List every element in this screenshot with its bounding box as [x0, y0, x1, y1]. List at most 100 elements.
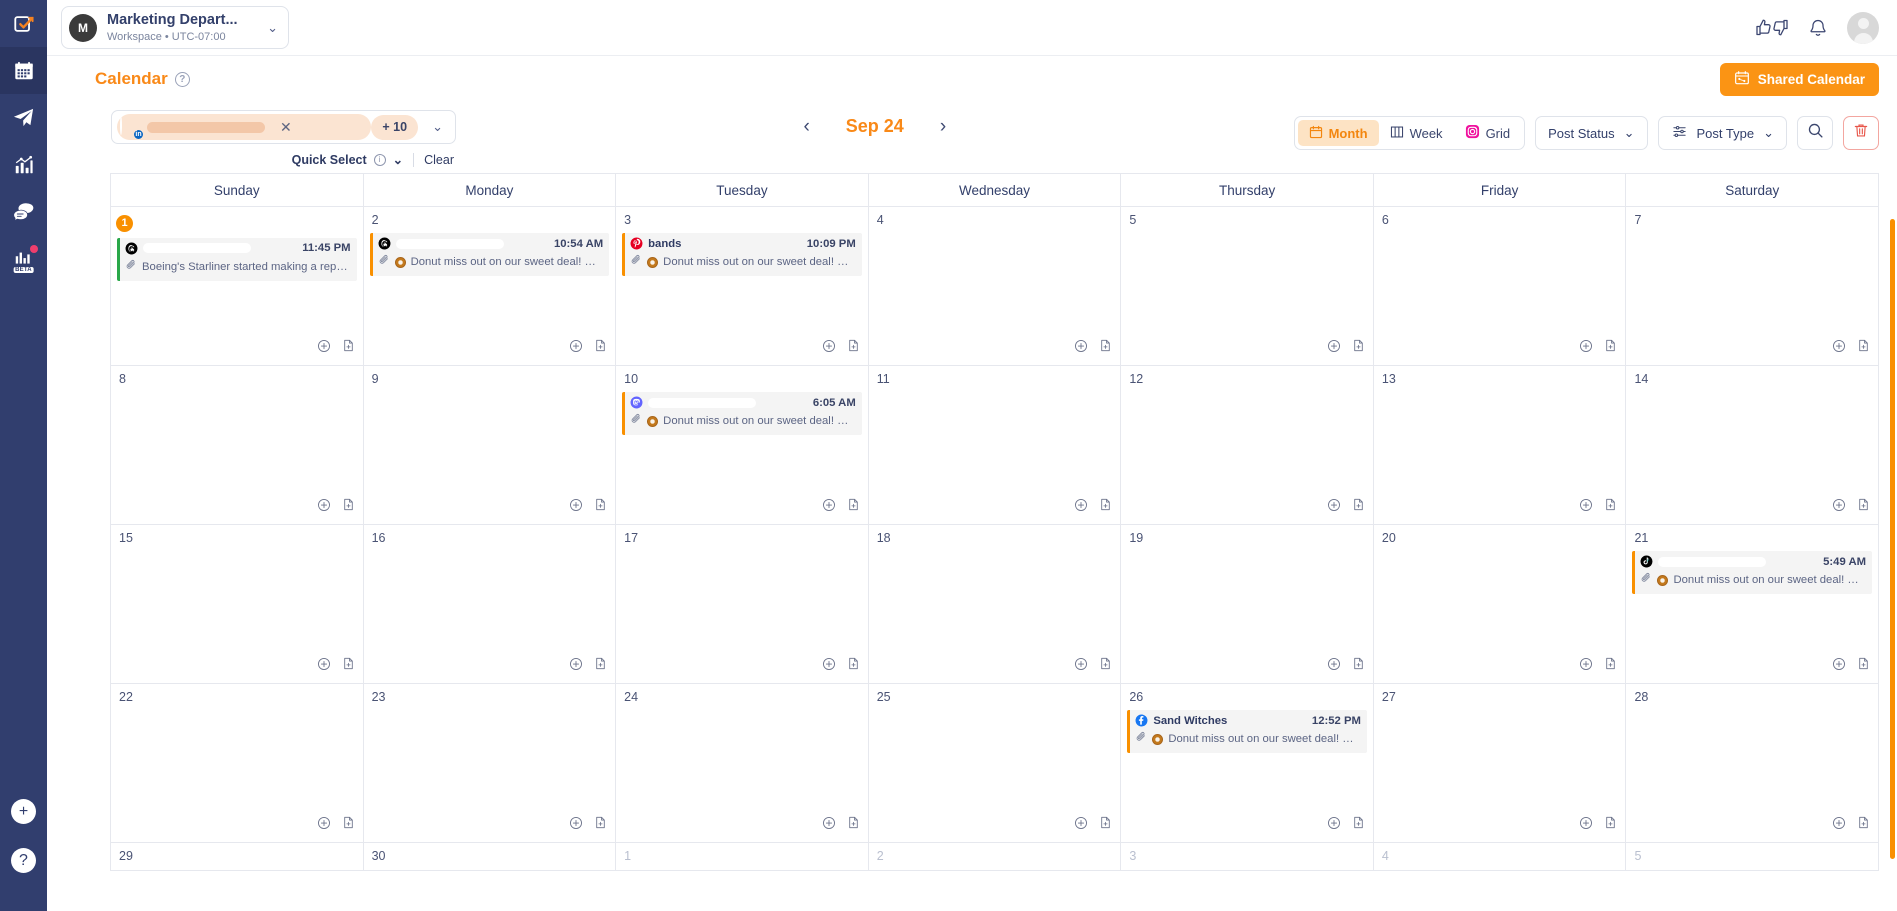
- search-button[interactable]: [1797, 116, 1833, 150]
- calendar-day-cell[interactable]: 21 5:49 AM Donut miss out on our sweet dea…: [1625, 525, 1879, 683]
- add-post-icon[interactable]: [1579, 498, 1593, 517]
- thumbs-up-down-icon[interactable]: [1755, 18, 1789, 37]
- add-draft-icon[interactable]: [342, 656, 355, 676]
- add-post-icon[interactable]: [1074, 339, 1088, 358]
- add-draft-icon[interactable]: [1604, 656, 1617, 676]
- view-month-button[interactable]: Month: [1297, 120, 1379, 146]
- calendar-day-cell[interactable]: 13: [1372, 366, 1626, 524]
- chevron-down-icon[interactable]: ⌄: [418, 119, 449, 135]
- clear-button[interactable]: Clear: [424, 153, 454, 167]
- calendar-day-cell[interactable]: 12: [1120, 366, 1373, 524]
- calendar-day-cell[interactable]: 4: [1372, 843, 1626, 870]
- calendar-day-cell[interactable]: 18: [867, 525, 1121, 683]
- sidebar-item-compose[interactable]: [0, 0, 47, 47]
- add-post-icon[interactable]: [1579, 657, 1593, 676]
- add-post-icon[interactable]: [1327, 339, 1341, 358]
- add-draft-icon[interactable]: [1099, 497, 1112, 517]
- next-month-button[interactable]: ›: [940, 117, 946, 136]
- add-draft-icon[interactable]: [1857, 338, 1870, 358]
- quick-select-label[interactable]: Quick Select: [292, 153, 367, 167]
- add-draft-icon[interactable]: [1604, 497, 1617, 517]
- calendar-day-cell[interactable]: 15: [111, 525, 363, 683]
- add-draft-icon[interactable]: [1352, 815, 1365, 835]
- add-draft-icon[interactable]: [594, 815, 607, 835]
- add-post-icon[interactable]: [822, 816, 836, 835]
- add-post-icon[interactable]: [1579, 339, 1593, 358]
- calendar-event[interactable]: 10:54 AM Donut miss out on our sweet deal…: [369, 233, 610, 276]
- calendar-day-cell[interactable]: 7: [1625, 207, 1879, 365]
- calendar-day-cell[interactable]: 30: [362, 843, 616, 870]
- add-post-icon[interactable]: [569, 657, 583, 676]
- add-post-icon[interactable]: [1074, 816, 1088, 835]
- add-post-icon[interactable]: [569, 816, 583, 835]
- calendar-day-cell[interactable]: 22: [111, 684, 363, 842]
- add-post-icon[interactable]: [1832, 816, 1846, 835]
- add-post-icon[interactable]: [1074, 498, 1088, 517]
- calendar-day-cell[interactable]: 5: [1625, 843, 1878, 870]
- add-draft-icon[interactable]: [1604, 815, 1617, 835]
- calendar-day-cell[interactable]: 3 bands 10:09 PM Donut miss out on our swee…: [615, 207, 868, 365]
- sidebar-item-publish[interactable]: [0, 94, 47, 141]
- calendar-event[interactable]: 11:45 PM Boeing's Starliner started makin…: [117, 237, 357, 281]
- add-draft-icon[interactable]: [1352, 338, 1365, 358]
- add-post-icon[interactable]: [569, 339, 583, 358]
- sidebar-item-engage[interactable]: [0, 188, 47, 235]
- add-draft-icon[interactable]: [1099, 338, 1112, 358]
- calendar-day-cell[interactable]: 19: [1120, 525, 1373, 683]
- scrollbar-thumb[interactable]: [1890, 219, 1895, 859]
- add-post-icon[interactable]: [317, 657, 331, 676]
- add-post-icon[interactable]: [1832, 657, 1846, 676]
- add-draft-icon[interactable]: [847, 338, 860, 358]
- post-status-filter[interactable]: Post Status ⌄: [1535, 116, 1648, 150]
- sidebar-item-calendar[interactable]: [0, 47, 47, 94]
- calendar-day-cell[interactable]: 14: [1625, 366, 1879, 524]
- calendar-event[interactable]: bands 10:09 PM Donut miss out on our sweet…: [622, 233, 862, 276]
- add-draft-icon[interactable]: [594, 656, 607, 676]
- add-post-icon[interactable]: [317, 498, 331, 517]
- bell-icon[interactable]: [1808, 17, 1828, 39]
- add-draft-icon[interactable]: [342, 497, 355, 517]
- calendar-day-cell[interactable]: 28: [1625, 684, 1879, 842]
- chevron-down-icon[interactable]: ⌄: [393, 152, 403, 167]
- add-draft-icon[interactable]: [1857, 815, 1870, 835]
- calendar-day-cell[interactable]: 24: [615, 684, 868, 842]
- calendar-day-cell[interactable]: 6: [1372, 207, 1626, 365]
- calendar-event[interactable]: 6:05 AM Donut miss out on our sweet deal!…: [622, 392, 862, 435]
- add-post-icon[interactable]: [1327, 498, 1341, 517]
- calendar-day-cell[interactable]: 4: [867, 207, 1121, 365]
- view-week-button[interactable]: Week: [1379, 120, 1454, 146]
- add-post-icon[interactable]: [1327, 657, 1341, 676]
- add-post-icon[interactable]: [1074, 657, 1088, 676]
- user-avatar[interactable]: [1847, 11, 1879, 44]
- add-draft-icon[interactable]: [1352, 497, 1365, 517]
- calendar-day-cell[interactable]: 27: [1372, 684, 1626, 842]
- add-draft-icon[interactable]: [1604, 338, 1617, 358]
- help-icon[interactable]: ?: [174, 71, 190, 87]
- add-post-icon[interactable]: [317, 816, 331, 835]
- add-draft-icon[interactable]: [342, 338, 355, 358]
- view-grid-button[interactable]: Grid: [1454, 120, 1522, 146]
- add-button[interactable]: +: [11, 799, 36, 824]
- sidebar-item-beta-reports[interactable]: BETA: [0, 235, 47, 282]
- calendar-day-cell[interactable]: 10 6:05 AM Donut miss out on our sweet dea…: [615, 366, 868, 524]
- calendar-day-cell[interactable]: 20: [1372, 525, 1626, 683]
- add-post-icon[interactable]: [1832, 339, 1846, 358]
- remove-account-icon[interactable]: ✕: [271, 119, 301, 136]
- calendar-day-cell[interactable]: 23: [362, 684, 616, 842]
- info-icon[interactable]: i: [373, 153, 386, 166]
- add-draft-icon[interactable]: [594, 497, 607, 517]
- add-draft-icon[interactable]: [1857, 656, 1870, 676]
- add-draft-icon[interactable]: [1352, 656, 1365, 676]
- post-type-filter[interactable]: Post Type ⌄: [1657, 116, 1787, 150]
- calendar-day-cell[interactable]: 1: [615, 843, 868, 870]
- calendar-day-cell[interactable]: 11: [867, 366, 1121, 524]
- add-draft-icon[interactable]: [1099, 815, 1112, 835]
- calendar-day-cell[interactable]: 8: [111, 366, 363, 524]
- calendar-event[interactable]: 5:49 AM Donut miss out on our sweet deal!…: [1632, 551, 1873, 594]
- shared-calendar-button[interactable]: Shared Calendar: [1719, 62, 1879, 96]
- add-post-icon[interactable]: [822, 498, 836, 517]
- add-draft-icon[interactable]: [342, 815, 355, 835]
- add-draft-icon[interactable]: [847, 656, 860, 676]
- calendar-day-cell[interactable]: 1 11:45 PM Boeing's Starliner started maki…: [111, 207, 363, 365]
- calendar-day-cell[interactable]: 2: [867, 843, 1121, 870]
